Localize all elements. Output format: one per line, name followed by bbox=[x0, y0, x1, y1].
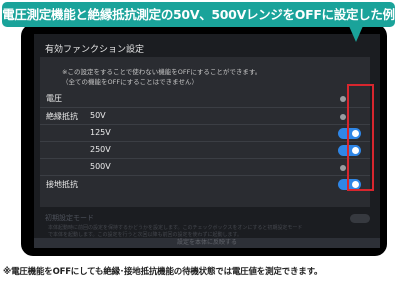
toggle-voltage-off[interactable] bbox=[340, 96, 346, 102]
footnote: ※電圧機能をOFFにしても絶縁･接地抵抗機能の待機状態では電圧値を測定できます。 bbox=[3, 267, 323, 277]
settings-note-line2: （全ての機能をOFFにすることはできません） bbox=[62, 78, 198, 86]
row-range: 500V bbox=[90, 162, 111, 171]
row-range: 250V bbox=[90, 145, 111, 154]
toggle-insulation-500v-off[interactable] bbox=[340, 165, 346, 171]
initial-mode-toggle[interactable] bbox=[350, 214, 370, 223]
highlight-frame bbox=[347, 84, 374, 191]
row-earth-resistance[interactable]: 接地抵抗 bbox=[40, 175, 370, 193]
screen-title: 有効ファンクション設定 bbox=[45, 45, 145, 55]
row-insulation-500v[interactable]: 500V bbox=[40, 158, 370, 176]
function-settings-panel: ※この設定をすることで使わない機能をOFFにすることができます。 （全ての機能を… bbox=[40, 57, 370, 207]
row-label: 電圧 bbox=[46, 94, 62, 103]
initial-mode-desc-line1: 本体起動時に前回の設定を保持するかどうかを設定します。このチェックボックスをオン… bbox=[48, 225, 303, 231]
caption-banner: 電圧測定機能と絶縁抵抗測定の50V、500VレンジをOFFに設定した例 bbox=[2, 2, 395, 27]
row-label: 接地抵抗 bbox=[46, 180, 78, 189]
initial-mode-title: 初期設定モード bbox=[45, 214, 94, 222]
row-insulation-50v[interactable]: 絶縁抵抗 50V bbox=[40, 107, 370, 125]
row-voltage[interactable]: 電圧 bbox=[40, 90, 370, 107]
row-insulation-125v[interactable]: 125V bbox=[40, 124, 370, 142]
initial-mode-section: 初期設定モード 本体起動時に前回の設定を保持するかどうかを設定します。このチェッ… bbox=[34, 207, 380, 248]
settings-note-line1: ※この設定をすることで使わない機能をOFFにすることができます。 bbox=[62, 68, 262, 76]
callout-pointer bbox=[349, 26, 363, 42]
row-label: 絶縁抵抗 bbox=[46, 112, 78, 121]
settings-screen: 有効ファンクション設定 ※この設定をすることで使わない機能をOFFにすることがで… bbox=[34, 34, 380, 248]
apply-to-device-button[interactable]: 設定を本体に反映する bbox=[34, 238, 380, 248]
initial-mode-desc-line2: で本体を起動します。この設定を行うと次回以降も前回の設定を使わずに起動します。 bbox=[48, 232, 243, 238]
toggle-insulation-50v-off[interactable] bbox=[340, 114, 346, 120]
row-range: 50V bbox=[90, 111, 106, 120]
row-insulation-250v[interactable]: 250V bbox=[40, 141, 370, 159]
row-range: 125V bbox=[90, 128, 111, 137]
